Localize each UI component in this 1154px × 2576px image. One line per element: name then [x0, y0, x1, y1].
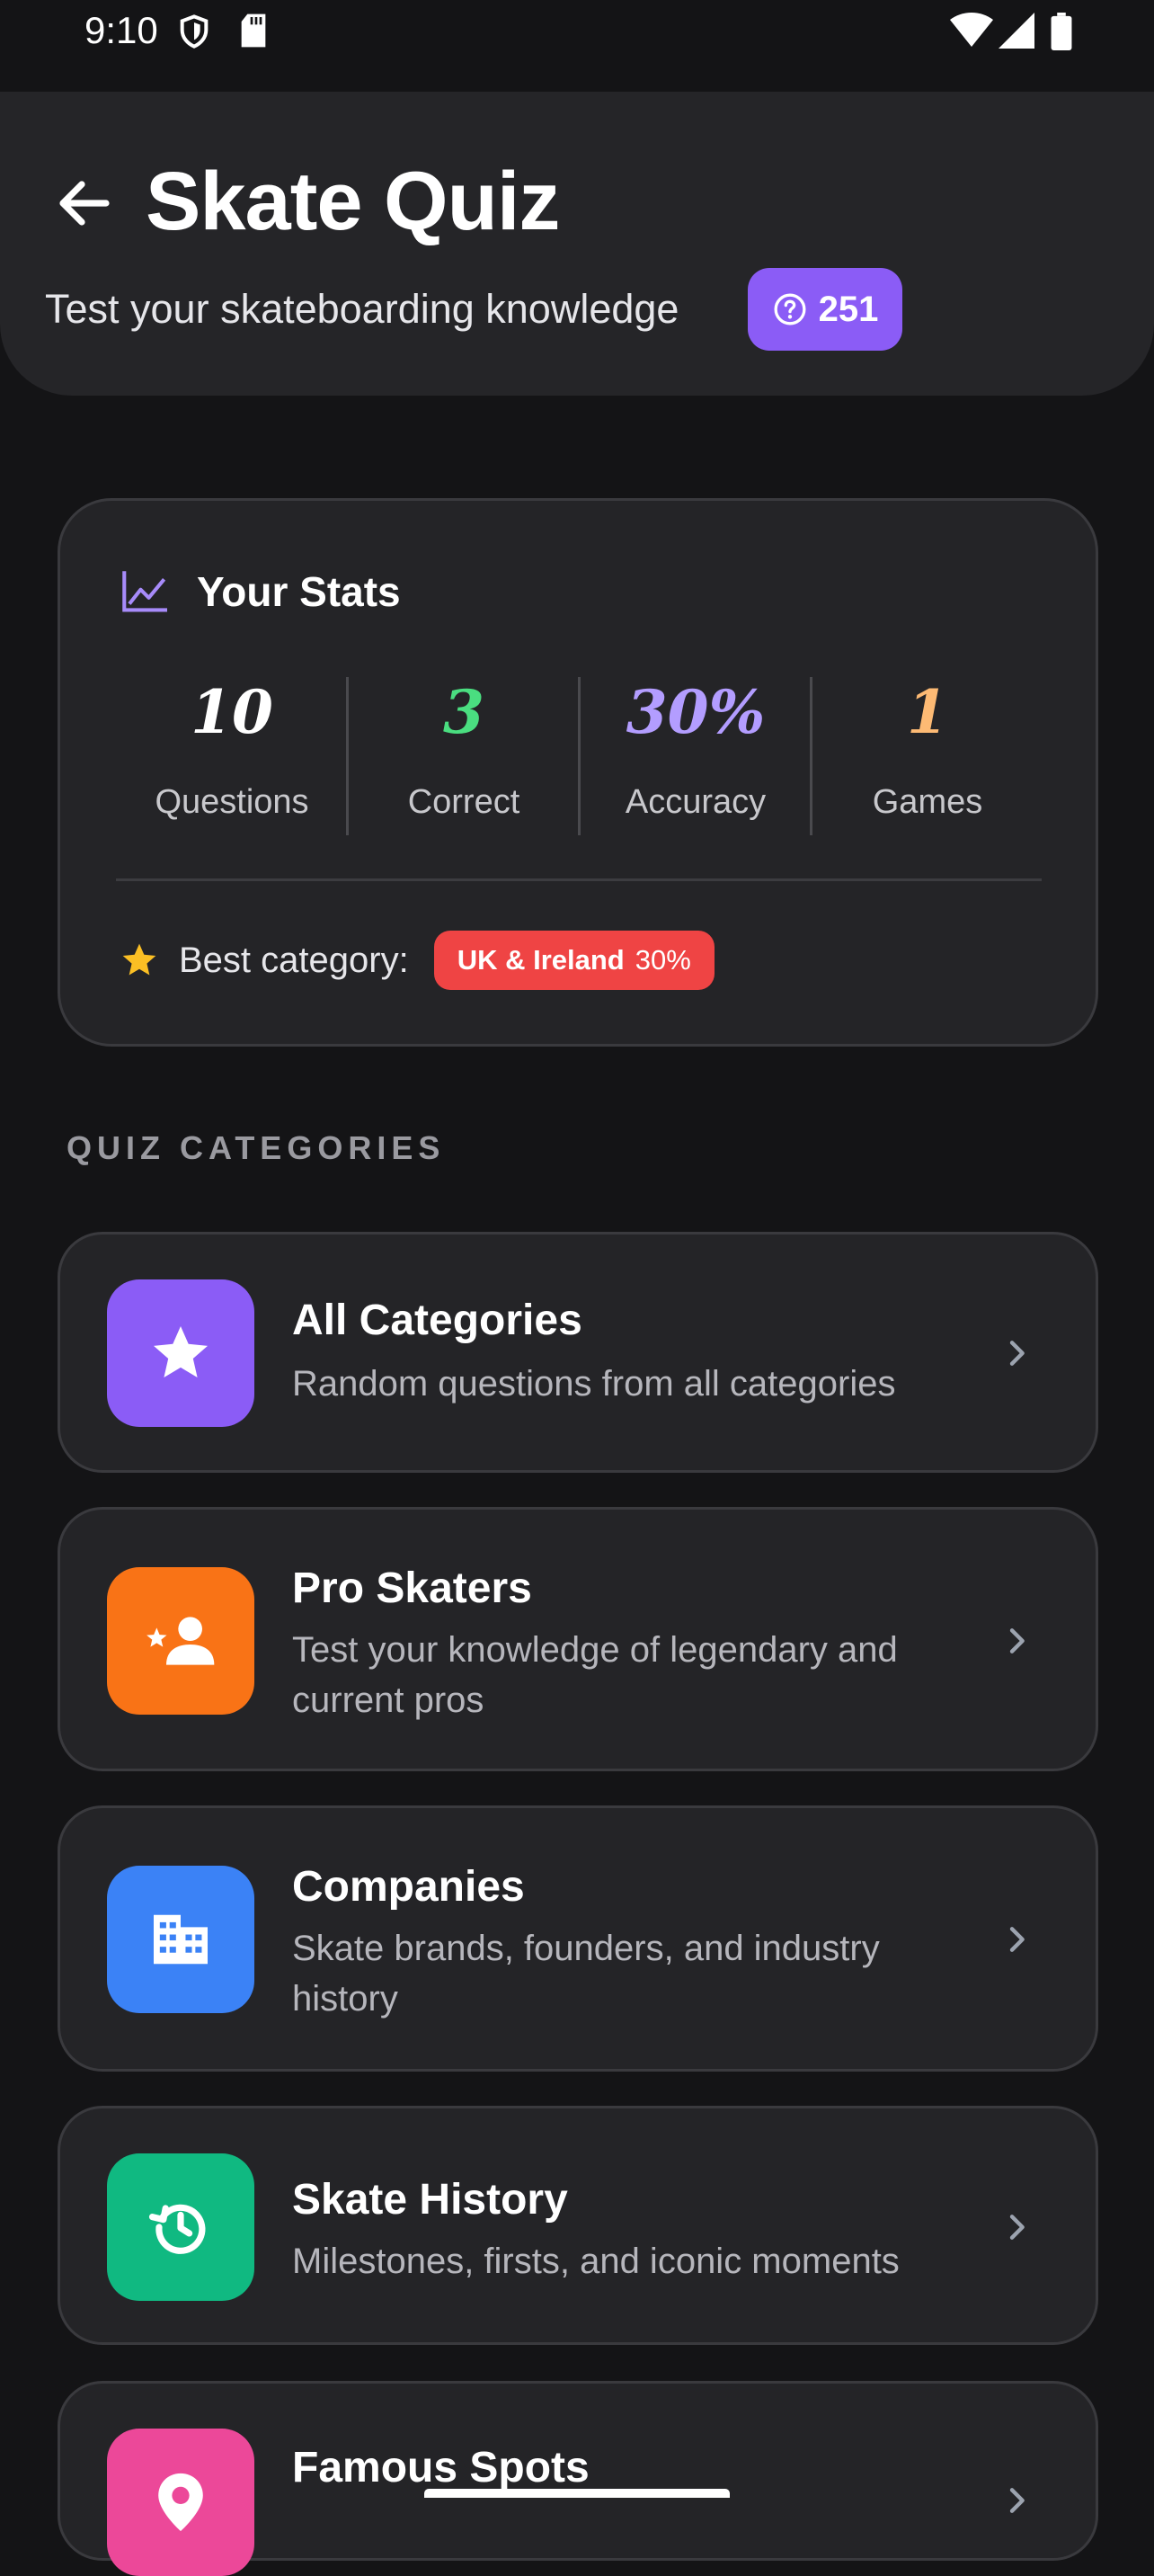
status-time: 9:10 [84, 9, 158, 51]
line-chart-icon [122, 571, 167, 612]
best-category-label: Best category: [179, 940, 409, 980]
best-category-name: UK & Ireland [457, 944, 625, 976]
category-title: Companies [292, 1863, 525, 1911]
stat-label: Questions [155, 783, 309, 821]
stat-label: Accuracy [625, 783, 767, 821]
history-icon [148, 2204, 206, 2254]
best-category-row: Best category: UK & Ireland 30% [120, 931, 715, 990]
stat-questions: 10 Questions [116, 677, 348, 822]
stat-value: 1 [907, 677, 948, 747]
wifi-icon [950, 13, 993, 47]
building-icon [154, 1914, 208, 1965]
shield-icon [180, 14, 209, 49]
stats-header: Your Stats [120, 567, 401, 616]
stats-divider [116, 878, 1042, 881]
help-circle-icon [774, 293, 806, 325]
star-icon [154, 1326, 208, 1377]
person-star-icon [146, 1617, 215, 1665]
category-title: All Categories [292, 1297, 582, 1344]
sd-card-icon [241, 13, 266, 48]
category-icon-tile [107, 1279, 254, 1427]
stat-accuracy: 30% Accuracy [580, 677, 812, 822]
stats-title: Your Stats [197, 568, 401, 615]
category-title: Skate History [292, 2176, 568, 2224]
cell-signal-icon [999, 13, 1034, 49]
section-title: QUIZ CATEGORIES [67, 1129, 446, 1166]
chevron-right-icon [1009, 2215, 1025, 2240]
stats-card: Your Stats 10 Questions 3 Correct 30% Ac… [58, 498, 1098, 1047]
chevron-right-icon [1009, 1341, 1025, 1366]
location-pin-icon [158, 2473, 203, 2532]
best-category-badge: UK & Ireland 30% [433, 931, 715, 990]
category-description: Test your knowledge of legendary and cur… [292, 1630, 898, 1720]
stat-value: 3 [443, 677, 484, 747]
stat-games: 1 Games [812, 677, 1043, 822]
stat-correct: 3 Correct [348, 677, 580, 822]
stat-value: 10 [191, 677, 273, 747]
category-icon-tile [107, 2153, 254, 2301]
category-icon-tile [107, 2429, 254, 2576]
category-description: Random questions from all categories [292, 1364, 896, 1404]
gesture-nav-handle[interactable] [424, 2489, 730, 2498]
category-title: Famous Spots [292, 2444, 590, 2491]
chevron-right-icon [1009, 1927, 1025, 1952]
page-subtitle: Test your skateboarding knowledge [45, 286, 679, 332]
category-card-pro-skaters[interactable]: Pro Skaters Test your knowledge of legen… [58, 1507, 1098, 1771]
category-description: Milestones, firsts, and iconic moments [292, 2242, 900, 2281]
category-icon-tile [107, 1567, 254, 1715]
stat-label: Games [872, 783, 983, 821]
stat-value: 30% [626, 677, 766, 747]
category-card-famous-spots[interactable]: Famous Spots [58, 2381, 1098, 2576]
category-card-skate-history[interactable]: Skate History Milestones, firsts, and ic… [58, 2106, 1098, 2345]
question-count: 251 [818, 289, 879, 329]
question-count-badge: 251 [748, 268, 902, 351]
battery-icon [1051, 13, 1072, 50]
status-bar: 9:10 [0, 0, 1154, 92]
back-arrow-icon[interactable] [52, 171, 117, 236]
page-title: Skate Quiz [146, 156, 560, 247]
best-category-percent: 30% [635, 944, 691, 976]
stat-label: Correct [407, 783, 520, 821]
category-card-companies[interactable]: Companies Skate brands, founders, and in… [58, 1805, 1098, 2072]
chevron-right-icon [1009, 2488, 1025, 2513]
category-title: Pro Skaters [292, 1564, 532, 1612]
category-description: Skate brands, founders, and industry his… [292, 1929, 880, 2019]
category-icon-tile [107, 1866, 254, 2013]
chevron-right-icon [1009, 1628, 1025, 1653]
category-card-all[interactable]: All Categories Random questions from all… [58, 1232, 1098, 1473]
star-icon [122, 943, 156, 976]
